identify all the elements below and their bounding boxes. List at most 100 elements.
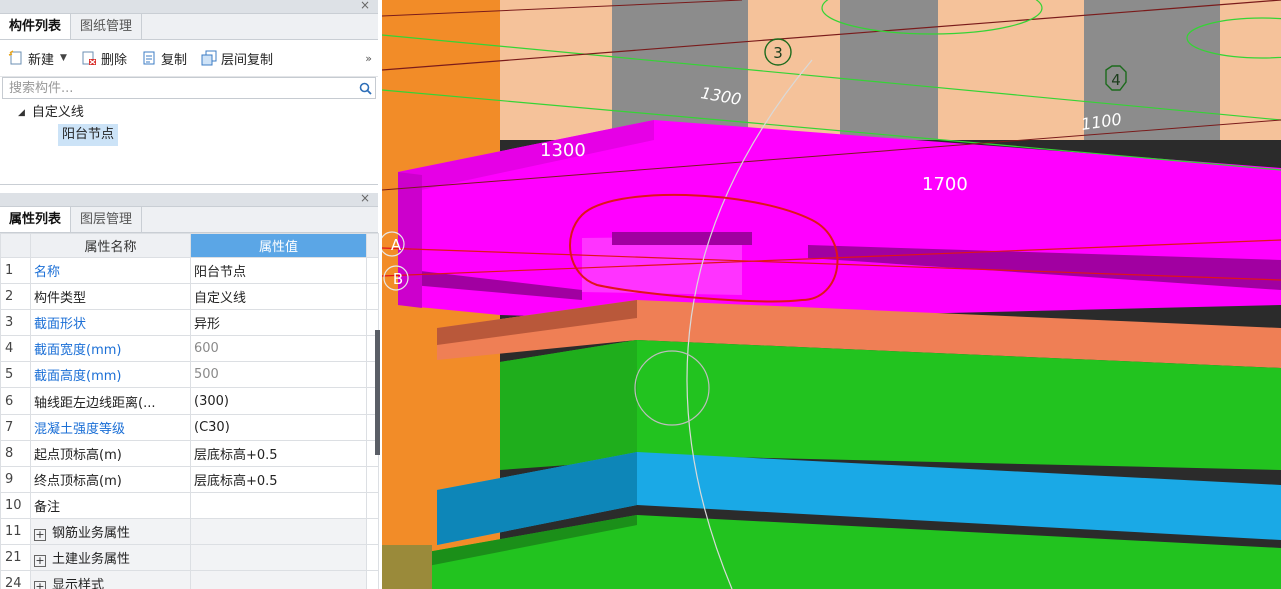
property-panel-close-button[interactable]: × xyxy=(360,191,370,205)
property-group-cell: + 土建业务属性 xyxy=(30,544,191,572)
header-property-value: 属性值 xyxy=(190,233,367,258)
component-toolbar: 新建 ▼ 删除 复制 层间复制 » xyxy=(0,40,378,77)
row-number: 11 xyxy=(0,517,31,546)
property-group-label: 土建业务属性 xyxy=(52,552,131,568)
property-value-cell xyxy=(190,570,367,589)
property-value-cell[interactable]: 层底标高+0.5 xyxy=(190,439,367,467)
property-value-cell[interactable]: 500 xyxy=(190,361,367,389)
row-number: 21 xyxy=(0,544,31,572)
property-value-cell[interactable]: 异形 xyxy=(190,309,367,337)
row-number: 24 xyxy=(0,570,31,589)
property-extra-cell xyxy=(366,465,379,493)
copy-icon xyxy=(141,50,157,66)
copy-button[interactable]: 复制 xyxy=(141,49,187,68)
chevron-down-icon[interactable]: ▼ xyxy=(60,53,67,63)
search-input[interactable] xyxy=(3,78,355,98)
property-value-cell[interactable]: 600 xyxy=(190,335,367,363)
header-extra xyxy=(366,233,379,258)
component-tree: ◢ 自定义线 阳台节点 xyxy=(0,99,378,185)
row-number: 9 xyxy=(0,465,31,493)
svg-text:3: 3 xyxy=(773,44,783,62)
dimension-label-1700: 1700 xyxy=(922,174,968,195)
property-extra-cell xyxy=(366,283,379,311)
peach-column-2 xyxy=(748,0,840,140)
tree-node-balcony-joint[interactable]: 阳台节点 xyxy=(0,124,378,146)
component-search xyxy=(2,77,376,99)
table-row[interactable]: 7 混凝土强度等级 (C30) xyxy=(0,413,379,441)
table-row[interactable]: 5 截面高度(mm) 500 xyxy=(0,361,379,389)
table-row[interactable]: 1 名称 阳台节点 xyxy=(0,256,379,285)
3d-viewport[interactable]: 3 4 A B 1300 1700 1300 1100 xyxy=(382,0,1281,589)
property-name-cell: 轴线距左边线距离(... xyxy=(30,387,191,415)
table-row[interactable]: 8 起点顶标高(m) 层底标高+0.5 xyxy=(0,439,379,467)
table-row[interactable]: 2 构件类型 自定义线 xyxy=(0,283,379,311)
tab-drawing-management[interactable]: 图纸管理 xyxy=(71,14,143,39)
floor-copy-button[interactable]: 层间复制 xyxy=(201,49,273,68)
table-row[interactable]: 6 轴线距左边线距离(... (300) xyxy=(0,387,379,415)
3d-model-canvas[interactable]: 3 4 A B 1300 1700 1300 1100 xyxy=(382,0,1281,589)
row-number: 2 xyxy=(0,283,31,311)
property-value-cell[interactable]: 自定义线 xyxy=(190,283,367,311)
property-name-cell: 截面高度(mm) xyxy=(30,361,191,389)
property-group-label: 显示样式 xyxy=(52,578,105,589)
table-row[interactable]: 4 截面宽度(mm) 600 xyxy=(0,335,379,363)
expand-plus-icon[interactable]: + xyxy=(34,555,46,568)
tab-component-list[interactable]: 构件列表 xyxy=(0,14,72,39)
property-value-cell[interactable]: 阳台节点 xyxy=(190,256,367,285)
dimension-label-1300: 1300 xyxy=(540,140,586,161)
property-extra-cell xyxy=(366,256,379,285)
expand-plus-icon[interactable]: + xyxy=(34,581,46,589)
floor-copy-button-label: 层间复制 xyxy=(220,52,273,68)
table-row[interactable]: 10 备注 xyxy=(0,491,379,519)
property-name-cell: 截面形状 xyxy=(30,309,191,337)
expand-plus-icon[interactable]: + xyxy=(34,528,46,541)
table-row[interactable]: 3 截面形状 异形 xyxy=(0,309,379,337)
panel-splitter-handle[interactable] xyxy=(375,330,380,455)
property-panel-titlebar: × xyxy=(0,191,378,207)
tree-node-custom-line[interactable]: ◢ 自定义线 xyxy=(0,102,378,124)
table-group-row[interactable]: 21 + 土建业务属性 xyxy=(0,544,379,572)
property-table: 属性名称 属性值 1 名称 阳台节点 2 构件类型 自定义线 3 截面形状 异形 4 截面宽度(mm… xyxy=(0,233,379,589)
search-icon[interactable] xyxy=(355,82,375,95)
property-value-cell xyxy=(190,517,367,546)
property-value-cell xyxy=(190,544,367,572)
property-value-cell[interactable]: (300) xyxy=(190,387,367,415)
property-value-cell[interactable]: 层底标高+0.5 xyxy=(190,465,367,493)
property-extra-cell xyxy=(366,491,379,519)
row-number: 1 xyxy=(0,256,31,285)
property-group-label: 钢筋业务属性 xyxy=(52,525,131,541)
collapse-triangle-icon[interactable]: ◢ xyxy=(18,102,25,124)
copy-button-label: 复制 xyxy=(160,52,187,68)
olive-corner xyxy=(382,545,432,589)
component-panel-close-button[interactable]: × xyxy=(360,0,370,12)
delete-button[interactable]: 删除 xyxy=(81,49,127,68)
toolbar-overflow-button[interactable]: » xyxy=(365,52,372,65)
property-name-cell: 终点顶标高(m) xyxy=(30,465,191,493)
row-number: 6 xyxy=(0,387,31,415)
row-number: 7 xyxy=(0,413,31,441)
row-number: 5 xyxy=(0,361,31,389)
tab-layer-management[interactable]: 图层管理 xyxy=(71,207,143,232)
property-table-body: 1 名称 阳台节点 2 构件类型 自定义线 3 截面形状 异形 4 截面宽度(mm) 600 5 截面高度… xyxy=(0,256,379,589)
property-value-cell[interactable] xyxy=(190,491,367,519)
component-panel-titlebar: × xyxy=(0,0,378,14)
table-group-row[interactable]: 24 + 显示样式 xyxy=(0,570,379,589)
row-number: 4 xyxy=(0,335,31,363)
header-property-name: 属性名称 xyxy=(30,233,191,258)
component-panel-tabs: 构件列表 图纸管理 xyxy=(0,14,378,40)
table-row[interactable]: 9 终点顶标高(m) 层底标高+0.5 xyxy=(0,465,379,493)
property-extra-cell xyxy=(366,570,379,589)
new-button[interactable]: 新建 ▼ xyxy=(8,49,67,68)
balcony-joint-groove xyxy=(612,232,752,245)
property-name-cell: 构件类型 xyxy=(30,283,191,311)
new-icon xyxy=(8,50,24,66)
property-name-cell: 截面宽度(mm) xyxy=(30,335,191,363)
tab-property-list[interactable]: 属性列表 xyxy=(0,207,72,232)
app-root: × 构件列表 图纸管理 新建 ▼ 删除 复制 层间复制 » 搜索构件... ◢ … xyxy=(0,0,1281,589)
delete-icon xyxy=(81,50,97,66)
delete-button-label: 删除 xyxy=(100,52,127,68)
floor-copy-icon xyxy=(201,50,217,66)
property-value-cell[interactable]: (C30) xyxy=(190,413,367,441)
table-group-row[interactable]: 11 + 钢筋业务属性 xyxy=(0,517,379,546)
svg-text:B: B xyxy=(393,270,403,288)
